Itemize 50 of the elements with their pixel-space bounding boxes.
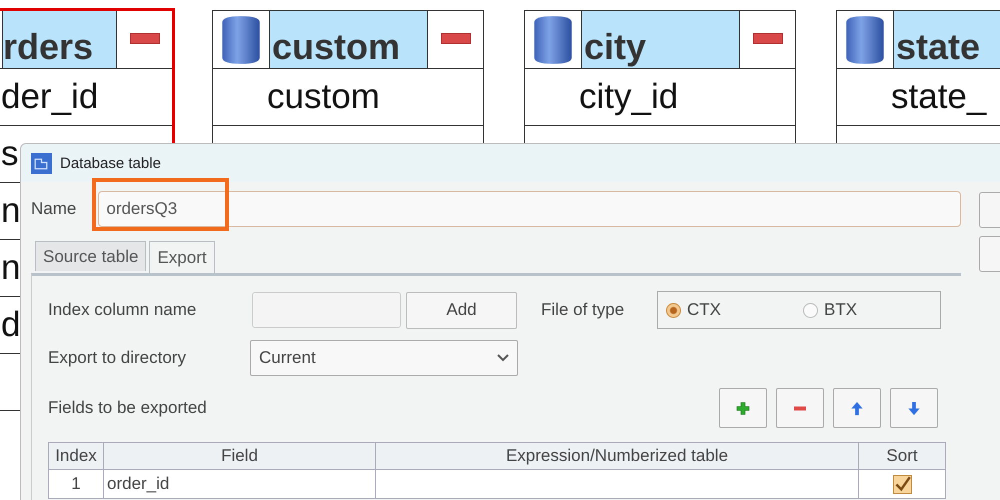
sort-checkbox[interactable] <box>892 475 912 494</box>
index-column-field[interactable] <box>252 292 401 328</box>
database-icon <box>532 14 574 66</box>
table-cell: order_id <box>104 470 376 498</box>
database-icon <box>220 14 262 66</box>
radio-option[interactable]: BTX <box>803 300 940 320</box>
move-up-button[interactable] <box>833 388 881 428</box>
file-type-label: File of type <box>541 300 626 320</box>
window-title: Database table <box>60 154 161 172</box>
field-name: state_ <box>891 77 986 117</box>
plus-icon <box>736 400 750 416</box>
field-name: s <box>1 134 18 174</box>
move-down-button[interactable] <box>890 388 938 428</box>
add-button[interactable]: Add <box>406 292 517 328</box>
field-name: n <box>1 248 20 288</box>
add-button[interactable] <box>719 388 767 428</box>
chevron-down-icon <box>497 354 509 362</box>
radio-icon[interactable] <box>803 302 818 318</box>
field-name: der_id <box>1 77 98 117</box>
arrow-down-icon <box>907 400 921 416</box>
directory-dropdown[interactable]: Current <box>250 340 518 376</box>
field-name: city_id <box>579 77 678 117</box>
node-title: state <box>894 11 1000 68</box>
field-name: n <box>1 191 20 231</box>
node-title: rders <box>3 11 116 68</box>
column-header: Sort <box>858 442 946 470</box>
name-field[interactable]: ordersQ3 <box>98 191 961 227</box>
remove-icon[interactable] <box>440 33 470 44</box>
fields-label: Fields to be exported <box>48 398 207 418</box>
radio-icon[interactable] <box>666 302 681 318</box>
node-title: city <box>582 11 739 68</box>
column-header: Index <box>48 442 104 470</box>
database-icon <box>844 14 886 66</box>
column-header: Field <box>104 442 376 470</box>
column-header: Expression/Numberized table <box>376 442 858 470</box>
radio-option[interactable]: CTX <box>666 300 803 320</box>
node-title: custom <box>270 11 427 68</box>
remove-button[interactable] <box>776 388 824 428</box>
name-label: Name <box>31 199 76 219</box>
remove-icon[interactable] <box>130 33 160 44</box>
tab[interactable]: Export <box>149 241 215 273</box>
tab[interactable]: Source table <box>35 241 146 271</box>
table-cell: 1 <box>48 470 104 498</box>
app-icon <box>31 152 52 174</box>
arrow-up-icon <box>850 400 864 416</box>
index-column-label: Index column name <box>48 300 198 320</box>
export-directory-label: Export to directory <box>48 348 187 368</box>
remove-icon[interactable] <box>752 33 782 44</box>
field-name: d <box>1 305 20 345</box>
field-name: custom <box>267 77 380 117</box>
